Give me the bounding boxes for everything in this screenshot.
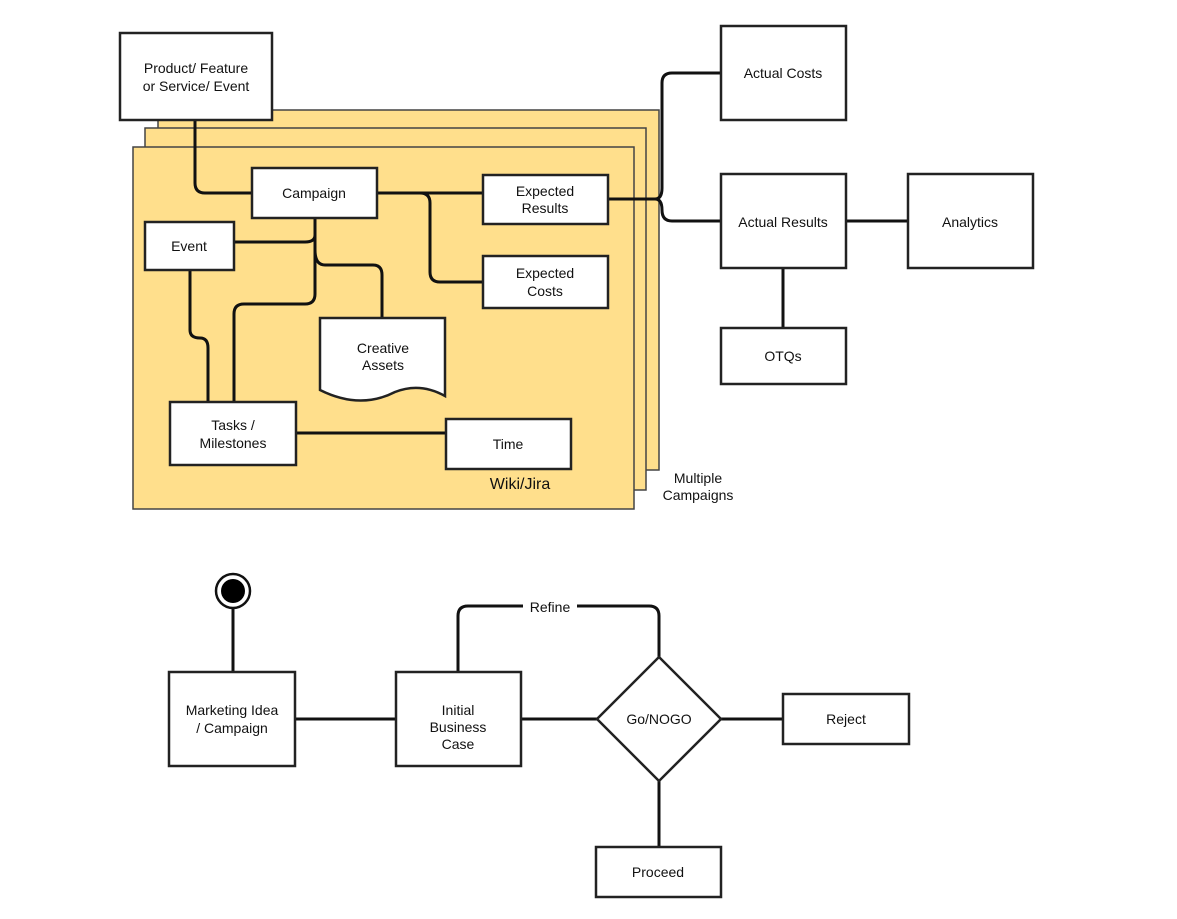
business-case-line3: Case [442,736,475,752]
multiple-campaigns-line2: Campaigns [663,487,734,503]
proceed-label: Proceed [632,864,684,880]
wiki-jira-label: Wiki/Jira [490,476,551,493]
decision-label: Go/NOGO [626,711,691,727]
business-case-line2: Business [430,719,487,735]
otqs-label: OTQs [764,348,801,364]
expected-costs-line2: Costs [527,283,563,299]
initial-business-case-box[interactable]: Initial Business Case [394,670,523,768]
event-label: Event [171,238,207,254]
campaign-box[interactable]: Campaign [250,166,379,220]
creative-assets-document[interactable]: Creative Assets [318,316,447,402]
expected-costs-line1: Expected [516,265,574,281]
actual-results-box[interactable]: Actual Results [719,172,848,270]
start-node [214,572,252,610]
reject-box[interactable]: Reject [781,692,911,746]
time-label: Time [493,436,524,452]
actual-costs-box[interactable]: Actual Costs [719,24,848,122]
expected-results-line2: Results [522,200,569,216]
expected-costs-box[interactable]: Expected Costs [481,254,610,310]
product-box[interactable]: Product/ Feature or Service/ Event [118,31,274,122]
tasks-line1: Tasks / [211,417,255,433]
marketing-idea-box[interactable]: Marketing Idea / Campaign [167,670,297,768]
actual-costs-label: Actual Costs [744,65,823,81]
creative-assets-line2: Assets [362,357,404,373]
analytics-box[interactable]: Analytics [906,172,1035,270]
business-case-line1: Initial [442,702,475,718]
go-nogo-decision[interactable]: Go/NOGO [595,655,723,783]
creative-assets-line1: Creative [357,340,409,356]
expected-results-box[interactable]: Expected Results [481,173,610,226]
product-label-line1: Product/ Feature [144,60,248,76]
reject-label: Reject [826,711,866,727]
otqs-box[interactable]: OTQs [719,326,848,386]
campaign-label: Campaign [282,185,346,201]
tasks-milestones-box[interactable]: Tasks / Milestones [168,400,298,467]
product-label-line2: or Service/ Event [143,78,250,94]
proceed-box[interactable]: Proceed [594,845,723,899]
marketing-idea-line1: Marketing Idea [186,702,279,718]
multiple-campaigns-line1: Multiple [674,470,722,486]
event-box[interactable]: Event [143,220,236,272]
analytics-label: Analytics [942,214,998,230]
tasks-line2: Milestones [200,435,267,451]
refine-label: Refine [530,599,571,615]
marketing-idea-line2: / Campaign [196,720,268,736]
actual-results-label: Actual Results [738,214,827,230]
expected-results-line1: Expected [516,183,574,199]
diagram-canvas: Product/ Feature or Service/ Event Campa… [118,24,1035,899]
time-box[interactable]: Time [444,417,573,471]
